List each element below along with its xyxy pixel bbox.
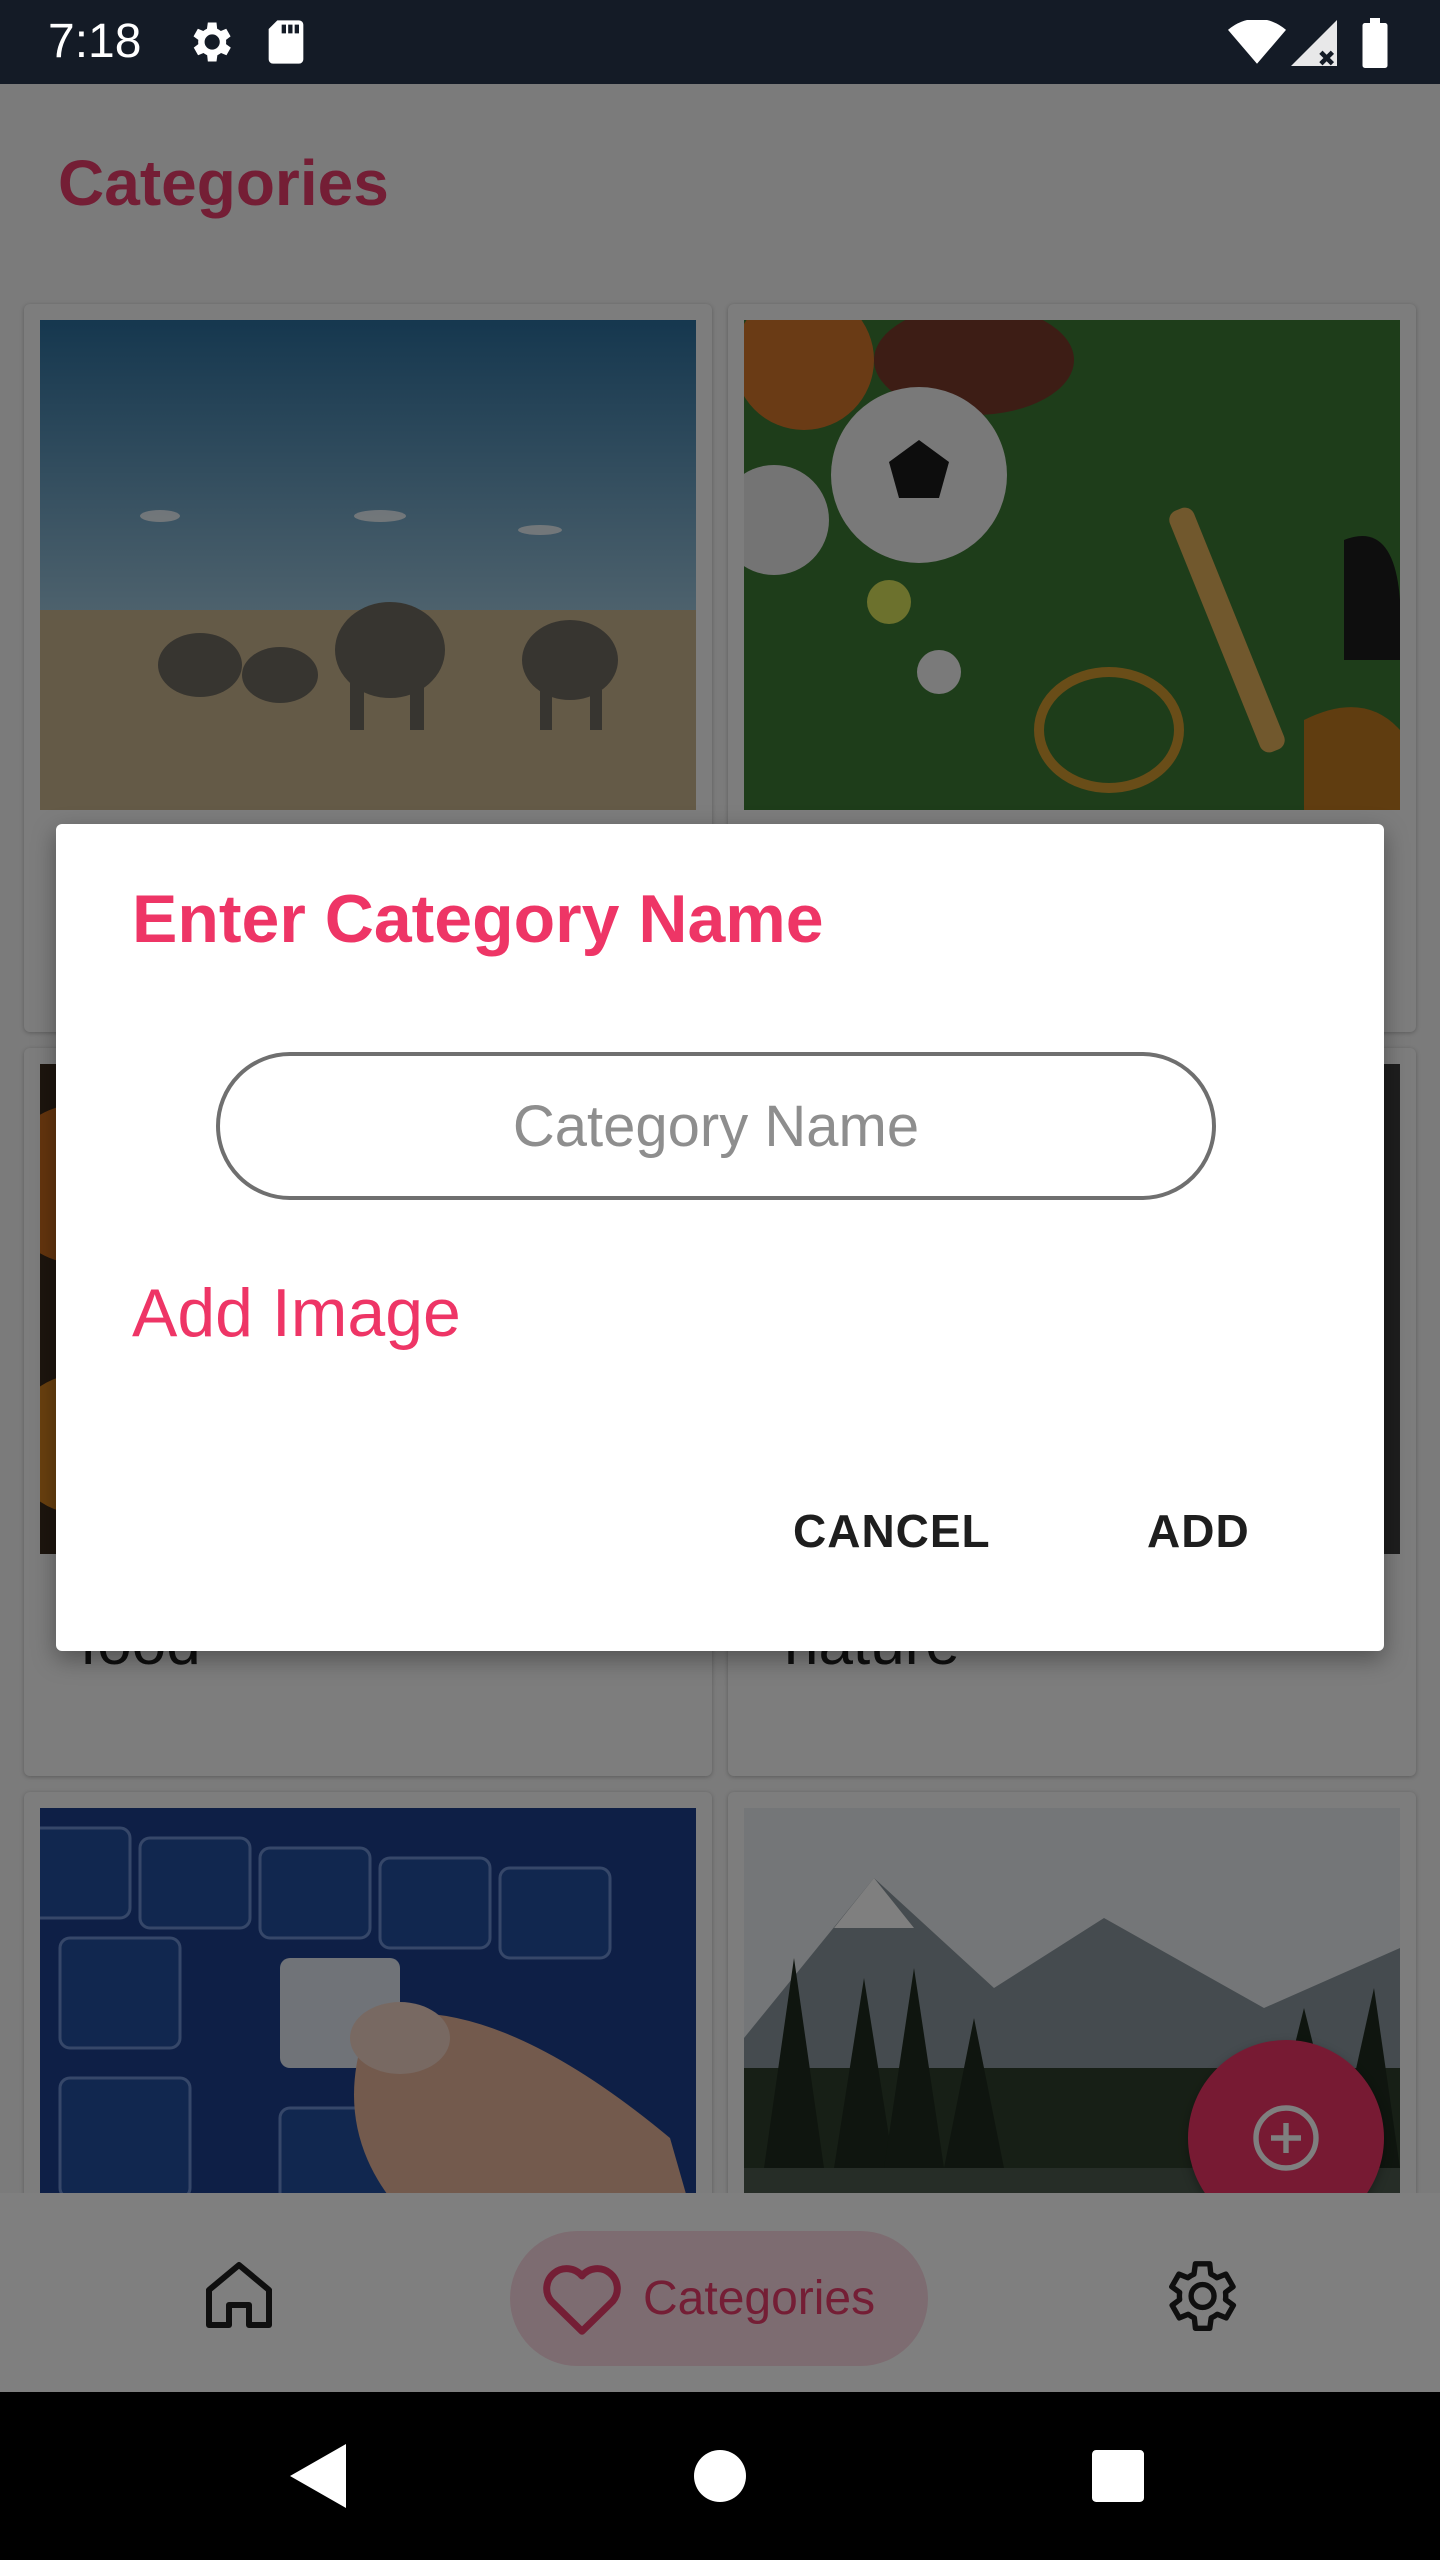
battery-icon [1360, 18, 1390, 73]
cell-signal-icon [1290, 20, 1338, 71]
add-image-link[interactable]: Add Image [132, 1274, 461, 1352]
status-time: 7:18 [48, 15, 142, 68]
wifi-icon [1228, 18, 1286, 69]
gear-icon [184, 16, 236, 73]
add-button[interactable]: ADD [1147, 1504, 1250, 1558]
cancel-button[interactable]: CANCEL [793, 1504, 991, 1558]
dialog-title: Enter Category Name [132, 881, 824, 957]
home-circle-icon[interactable] [694, 2450, 746, 2502]
recents-icon[interactable] [1092, 2450, 1144, 2502]
status-bar: 7:18 [0, 0, 1440, 84]
sd-card-icon [262, 16, 310, 73]
system-nav-bar [0, 2392, 1440, 2560]
add-category-dialog: Enter Category Name Add Image CANCEL ADD [56, 824, 1384, 1651]
back-icon[interactable] [290, 2444, 346, 2508]
category-name-input[interactable] [216, 1052, 1216, 1200]
